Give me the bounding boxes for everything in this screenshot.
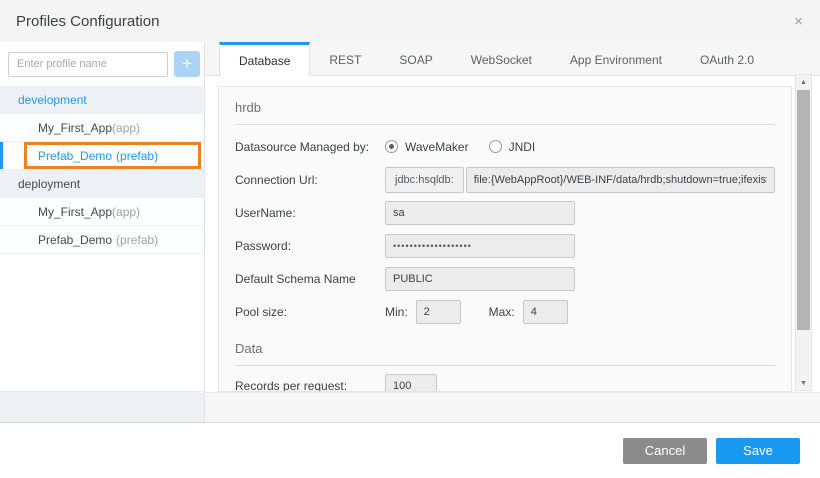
sidebar-item-my-first-app-development[interactable]: My_First_App(app)	[0, 114, 204, 142]
profiles-sidebar: + development My_First_App(app) Prefab_D…	[0, 42, 205, 422]
section-title-hrdb: hrdb	[235, 87, 775, 125]
pool-size-row: Pool size: Min: Max:	[235, 295, 775, 328]
jndi-radio-label: JNDI	[509, 140, 536, 154]
tab-soap[interactable]: SOAP	[380, 42, 451, 75]
records-per-request-row: Records per request:	[235, 366, 775, 392]
wavemaker-radio[interactable]	[385, 140, 398, 153]
connection-url-group: jdbc:hsqldb:	[385, 167, 775, 193]
profile-type: (prefab)	[116, 149, 158, 163]
pool-size-label: Pool size:	[235, 305, 385, 319]
profile-settings-panel: Database REST SOAP WebSocket App Environ…	[205, 42, 820, 422]
profile-type: (app)	[112, 205, 140, 219]
profile-name: Prefab_Demo	[38, 233, 112, 247]
profiles-configuration-dialog: Profiles Configuration × + development M…	[0, 0, 820, 423]
default-schema-label: Default Schema Name	[235, 272, 385, 286]
username-input[interactable]	[385, 201, 575, 225]
content-horizontal-scrollbar-track[interactable]	[205, 392, 820, 422]
default-schema-row: Default Schema Name	[235, 262, 775, 295]
settings-tabbar: Database REST SOAP WebSocket App Environ…	[205, 42, 820, 76]
profile-type: (prefab)	[116, 233, 158, 247]
sidebar-group-deployment[interactable]: deployment	[0, 170, 204, 198]
dialog-header: Profiles Configuration ×	[0, 0, 820, 42]
section-title-data: Data	[235, 328, 775, 366]
sidebar-toolbar: +	[0, 42, 204, 86]
datasource-managed-by-row: Datasource Managed by: WaveMaker JNDI	[235, 130, 775, 163]
jdbc-prefix: jdbc:hsqldb:	[385, 167, 464, 193]
records-per-request-label: Records per request:	[235, 379, 385, 392]
scroll-up-icon[interactable]: ▲	[796, 75, 811, 89]
profiles-tree: development My_First_App(app) Prefab_Dem…	[0, 86, 204, 254]
sidebar-item-prefab-demo-deployment[interactable]: Prefab_Demo (prefab)	[0, 226, 204, 254]
password-row: Password:	[235, 229, 775, 262]
wavemaker-radio-label: WaveMaker	[405, 140, 469, 154]
pool-max-input[interactable]	[523, 300, 568, 324]
sidebar-item-my-first-app-deployment[interactable]: My_First_App(app)	[0, 198, 204, 226]
password-label: Password:	[235, 239, 385, 253]
jndi-radio[interactable]	[489, 140, 502, 153]
datasource-managed-by-label: Datasource Managed by:	[235, 140, 385, 154]
profile-name: My_First_App	[38, 205, 112, 219]
tab-database[interactable]: Database	[219, 42, 310, 76]
default-schema-input[interactable]	[385, 267, 575, 291]
database-settings-form: hrdb Datasource Managed by: WaveMaker JN…	[218, 86, 792, 392]
profiles-configuration-window: Profiles Configuration × + development M…	[0, 0, 820, 478]
content-vertical-scrollbar[interactable]: ▲ ▼	[795, 74, 812, 391]
tab-websocket[interactable]: WebSocket	[452, 42, 551, 75]
pool-min-label: Min:	[385, 305, 408, 319]
username-label: UserName:	[235, 206, 385, 220]
sidebar-horizontal-scrollbar-track[interactable]	[0, 391, 204, 422]
cancel-button[interactable]: Cancel	[623, 438, 707, 464]
page-title: Profiles Configuration	[16, 13, 159, 30]
connection-url-row: Connection Url: jdbc:hsqldb:	[235, 163, 775, 196]
tab-oauth[interactable]: OAuth 2.0	[681, 42, 773, 75]
dialog-footer: Cancel Save	[0, 423, 820, 478]
pool-min-input[interactable]	[416, 300, 461, 324]
database-tab-content: hrdb Datasource Managed by: WaveMaker JN…	[205, 76, 820, 392]
add-profile-button[interactable]: +	[174, 51, 200, 77]
sidebar-item-prefab-demo-development[interactable]: Prefab_Demo (prefab)	[0, 142, 204, 170]
save-button[interactable]: Save	[716, 438, 800, 464]
close-icon[interactable]: ×	[794, 14, 803, 29]
dialog-body: + development My_First_App(app) Prefab_D…	[0, 42, 820, 422]
password-input[interactable]	[385, 234, 575, 258]
sidebar-group-development[interactable]: development	[0, 86, 204, 114]
sidebar-empty-area	[0, 254, 204, 391]
scrollbar-thumb[interactable]	[797, 90, 810, 330]
scroll-down-icon[interactable]: ▼	[796, 376, 811, 390]
username-row: UserName:	[235, 196, 775, 229]
connection-url-input[interactable]	[466, 167, 775, 193]
profile-name: My_First_App	[38, 121, 112, 135]
tab-rest[interactable]: REST	[310, 42, 380, 75]
profile-type: (app)	[112, 121, 140, 135]
connection-url-label: Connection Url:	[235, 173, 385, 187]
pool-max-label: Max:	[489, 305, 515, 319]
profile-name-input[interactable]	[8, 52, 168, 77]
tab-app-environment[interactable]: App Environment	[551, 42, 681, 75]
records-per-request-input[interactable]	[385, 374, 437, 392]
profile-name: Prefab_Demo	[38, 149, 112, 163]
